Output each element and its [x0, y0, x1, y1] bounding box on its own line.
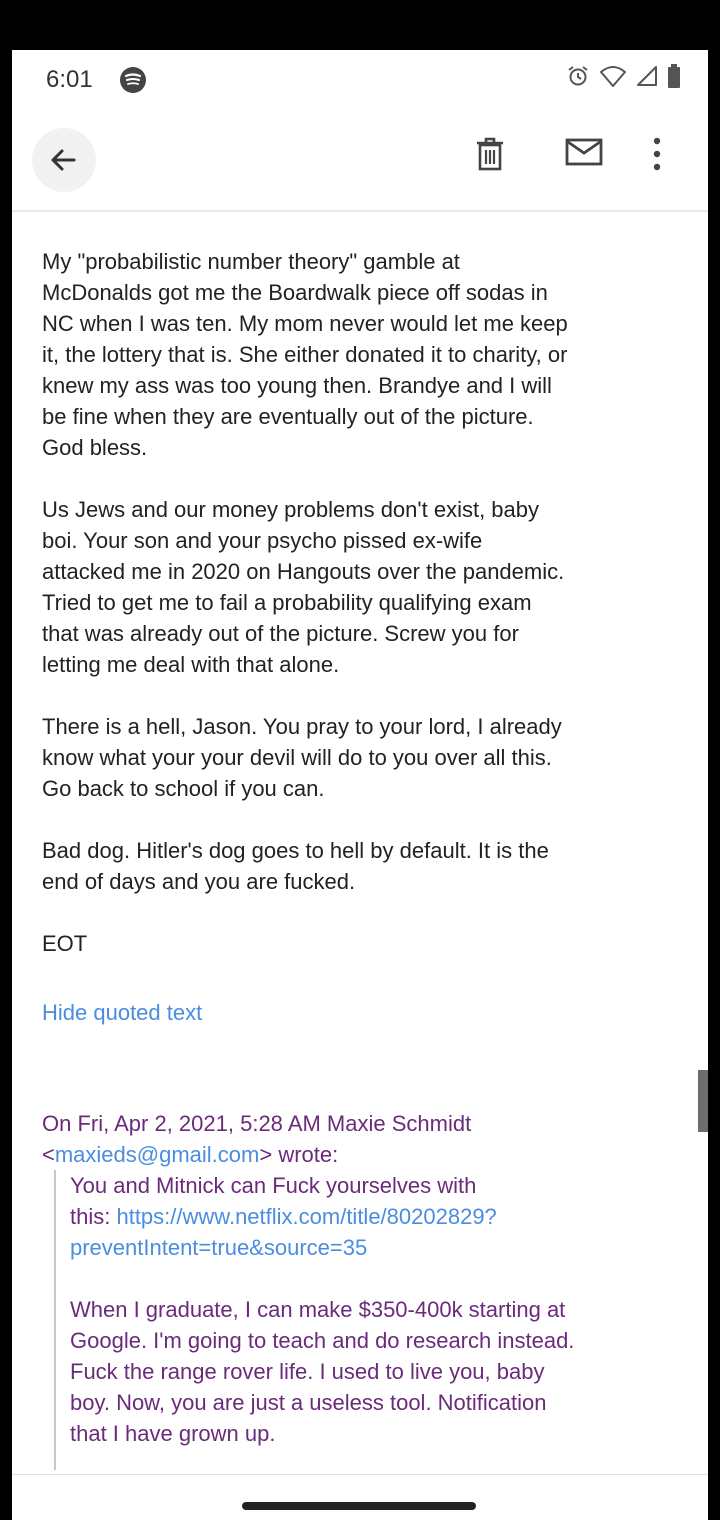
quote-header-line: <maxieds@gmail.com> wrote: [42, 1139, 471, 1170]
message-line: that was already out of the picture. Scr… [42, 621, 519, 646]
app-bar-divider [12, 210, 708, 212]
message-line: God bless. [42, 435, 148, 460]
quote-header: On Fri, Apr 2, 2021, 5:28 AM Maxie Schmi… [42, 1108, 471, 1170]
quote-line: boy. Now, you are just a useless tool. N… [70, 1390, 547, 1415]
message-line: NC when I was ten. My mom never would le… [42, 311, 568, 336]
alarm-icon [566, 64, 590, 88]
message-line: Bad dog. Hitler's dog goes to hell by de… [42, 838, 549, 863]
message-line: knew my ass was too young then. Brandye … [42, 373, 552, 398]
message-paragraph: Bad dog. Hitler's dog goes to hell by de… [42, 835, 682, 897]
mark-unread-button[interactable] [565, 136, 603, 173]
delete-button[interactable] [474, 136, 506, 177]
gmail-message-view: 6:01 My "probabilistic number theory" ga… [12, 50, 708, 1520]
message-line: boi. Your son and your psycho pissed ex-… [42, 528, 483, 553]
message-body: My "probabilistic number theory" gamble … [42, 246, 682, 959]
message-line: Us Jews and our money problems don't exi… [42, 497, 539, 522]
message-line: end of days and you are fucked. [42, 869, 356, 894]
gesture-home-bar[interactable] [242, 1502, 476, 1510]
quote-line: that I have grown up. [70, 1421, 276, 1446]
message-paragraph: My "probabilistic number theory" gamble … [42, 246, 682, 463]
quote-line: When I graduate, I can make $350-400k st… [70, 1297, 566, 1322]
screen: 6:01 My "probabilistic number theory" ga… [0, 0, 720, 1520]
quote-wrote-label: > wrote: [259, 1142, 339, 1167]
quote-line: Google. I'm going to teach and do resear… [70, 1328, 575, 1353]
quote-line: You and Mitnick can Fuck yourselves with [70, 1173, 477, 1198]
back-button[interactable] [32, 128, 96, 192]
message-paragraph: There is a hell, Jason. You pray to your… [42, 711, 682, 804]
message-paragraph: Us Jews and our money problems don't exi… [42, 494, 682, 680]
scrollbar-thumb[interactable] [698, 1070, 708, 1132]
app-bar [12, 112, 708, 210]
message-line: attacked me in 2020 on Hangouts over the… [42, 559, 565, 584]
quoted-message: You and Mitnick can Fuck yourselves with… [54, 1170, 702, 1470]
netflix-link-continued[interactable]: preventIntent=true&source=35 [70, 1232, 702, 1263]
message-line: There is a hell, Jason. You pray to your… [42, 714, 562, 739]
hide-quoted-text-link[interactable]: Hide quoted text [42, 1000, 202, 1026]
arrow-back-icon [51, 149, 76, 171]
quote-text: this: [70, 1204, 117, 1229]
quote-line: Fuck the range rover life. I used to liv… [70, 1359, 545, 1384]
message-paragraph: EOT [42, 928, 682, 959]
trash-icon [477, 137, 503, 171]
message-line: McDonalds got me the Boardwalk piece off… [42, 280, 548, 305]
quote-header-line: On Fri, Apr 2, 2021, 5:28 AM Maxie Schmi… [42, 1111, 472, 1136]
message-line: Go back to school if you can. [42, 776, 325, 801]
message-line: My "probabilistic number theory" gamble … [42, 249, 460, 274]
message-line: be fine when they are eventually out of … [42, 404, 534, 429]
quote-email-bracket: < [42, 1142, 55, 1167]
more-vert-icon [653, 137, 661, 171]
nav-divider [12, 1474, 708, 1475]
message-line: Tried to get me to fail a probability qu… [42, 590, 532, 615]
battery-icon [668, 64, 680, 88]
status-time: 6:01 [46, 66, 93, 93]
spotify-icon [120, 67, 146, 93]
status-bar: 6:01 [12, 50, 708, 112]
message-line: know what your your devil will do to you… [42, 745, 552, 770]
status-icons [566, 64, 680, 88]
quote-sender-email-link[interactable]: maxieds@gmail.com [55, 1142, 260, 1167]
mail-icon [565, 138, 603, 166]
signal-icon [636, 65, 658, 87]
more-options-button[interactable] [652, 136, 662, 177]
message-line: letting me deal with that alone. [42, 652, 340, 677]
wifi-icon [600, 65, 626, 87]
quote-line: this: https://www.netflix.com/title/8020… [70, 1201, 702, 1232]
message-line: it, the lottery that is. She either dona… [42, 342, 568, 367]
netflix-link[interactable]: https://www.netflix.com/title/80202829? [116, 1204, 496, 1229]
message-signoff: EOT [42, 931, 88, 956]
